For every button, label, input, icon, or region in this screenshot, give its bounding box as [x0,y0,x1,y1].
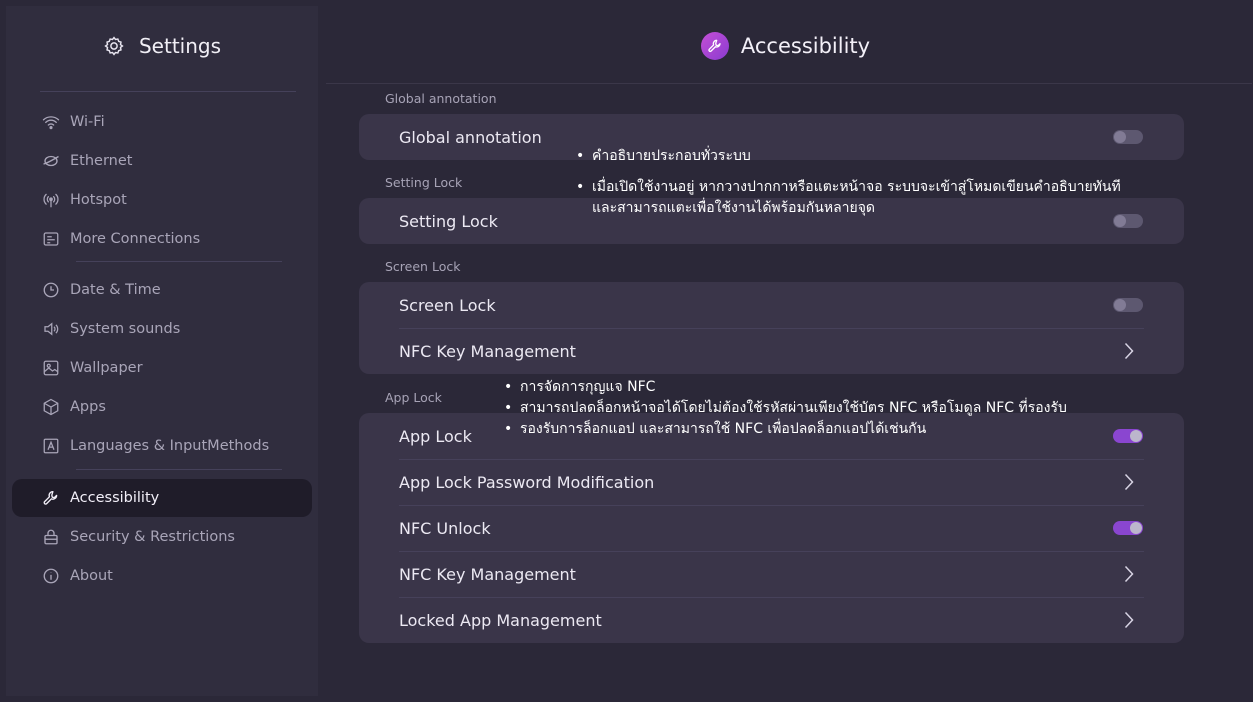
row-nfc-key-management-app[interactable]: NFC Key Management [359,551,1184,597]
sidebar-item-wallpaper[interactable]: Wallpaper [12,349,312,387]
lock-icon [42,528,60,546]
sidebar-item-security[interactable]: Security & Restrictions [12,518,312,556]
sidebar-item-label: More Connections [70,231,201,247]
sidebar-item-label: Accessibility [70,490,160,506]
ethernet-icon [42,152,60,170]
sidebar-item-ethernet[interactable]: Ethernet [12,142,312,180]
accessibility-header-icon [700,32,729,60]
sidebar-item-apps[interactable]: Apps [12,388,312,426]
note-line: • เมื่อเปิดใช้งานอยู่ หากวางปากกาหรือแตะห… [576,179,1121,195]
row-label: NFC Key Management [399,564,576,584]
settings-window: Settings Wi-Fi Ethernet Hotspot More Con… [6,6,1253,696]
chevron-right-icon [1122,611,1136,629]
note-line: • รองรับการล็อกแอป และสามารถใช้ NFC เพื่อ… [504,421,927,437]
page-title: Accessibility [740,34,871,58]
row-label: NFC Key Management [399,341,576,361]
toggle-knob [1114,131,1126,143]
annotation-note-global: • คำอธิบายประกอบทั่วระบบ • เมื่อเปิดใช้งาน… [576,146,1121,219]
row-label: Global annotation [399,127,542,147]
more-connections-icon [42,230,60,248]
screen-lock-toggle[interactable] [1113,298,1143,312]
page-header: Accessibility [318,28,1253,64]
apps-icon [42,398,60,416]
section-label-app-lock: App Lock [385,390,442,405]
chevron-right-icon [1122,565,1136,583]
header-divider [326,83,1252,84]
sidebar-item-wifi[interactable]: Wi-Fi [12,103,312,141]
card-app-lock: App Lock App Lock Password Modification … [359,413,1184,643]
section-label-setting-lock: Setting Lock [385,175,463,190]
sidebar-item-label: System sounds [70,321,181,337]
annotation-note-nfc: • การจัดการกุญแจ NFC • สามารถปลดล็อกหน้าจอ… [504,377,1067,440]
sidebar-divider [76,469,282,470]
toggle-knob [1114,299,1126,311]
gear-icon [104,36,124,56]
sidebar-item-about[interactable]: About [12,557,312,595]
wifi-icon [42,113,60,131]
sidebar-item-label: Ethernet [70,153,133,169]
section-label-global-annotation: Global annotation [385,91,497,106]
sidebar-item-label: Hotspot [70,192,127,208]
section-label-screen-lock: Screen Lock [385,259,461,274]
main-panel: Accessibility Global annotation Global a… [318,6,1253,696]
clock-icon [42,281,60,299]
sidebar-item-label: Wallpaper [70,360,143,376]
sidebar-item-more-connections[interactable]: More Connections [12,220,312,258]
global-annotation-toggle[interactable] [1113,130,1143,144]
sidebar-header: Settings [6,28,318,64]
chevron-right-icon [1122,342,1136,360]
sidebar-divider [76,261,282,262]
nfc-unlock-toggle[interactable] [1113,521,1143,535]
wrench-icon [708,39,721,53]
sidebar-item-languages[interactable]: Languages & InputMethods [12,427,312,465]
info-icon [42,567,60,585]
app-lock-toggle[interactable] [1113,429,1143,443]
row-label: Locked App Management [399,610,602,630]
sidebar-item-label: Security & Restrictions [70,529,235,545]
toggle-knob [1130,522,1142,534]
row-screen-lock[interactable]: Screen Lock [359,282,1184,328]
speaker-icon [42,320,60,338]
note-line: • คำอธิบายประกอบทั่วระบบ [576,148,751,164]
wallpaper-icon [42,359,60,377]
sidebar-item-accessibility[interactable]: Accessibility [12,479,312,517]
note-line: • การจัดการกุญแจ NFC [504,379,656,395]
wrench-icon [42,489,60,507]
card-screen-lock: Screen Lock NFC Key Management [359,282,1184,374]
chevron-right-icon [1122,473,1136,491]
row-label: App Lock Password Modification [399,472,655,492]
sidebar-divider [40,91,296,92]
row-locked-app-management[interactable]: Locked App Management [359,597,1184,643]
hotspot-icon [42,191,60,209]
sidebar: Settings Wi-Fi Ethernet Hotspot More Con… [6,6,318,696]
row-label: NFC Unlock [399,518,491,538]
sidebar-item-label: Apps [70,399,106,415]
note-line: และสามารถแตะเพื่อใช้งานได้พร้อมกันหลายจุ… [592,200,876,216]
sidebar-item-label: About [70,568,113,584]
sidebar-item-system-sounds[interactable]: System sounds [12,310,312,348]
sidebar-item-label: Date & Time [70,282,161,298]
toggle-knob [1130,430,1142,442]
sidebar-item-hotspot[interactable]: Hotspot [12,181,312,219]
note-line: • สามารถปลดล็อกหน้าจอได้โดยไม่ต้องใช้รหัส… [504,400,1067,416]
sidebar-item-date-time[interactable]: Date & Time [12,271,312,309]
row-label: Screen Lock [399,295,496,315]
sidebar-item-label: Wi-Fi [70,114,105,130]
row-nfc-key-management-screen[interactable]: NFC Key Management [359,328,1184,374]
row-nfc-unlock[interactable]: NFC Unlock [359,505,1184,551]
language-icon [42,437,60,455]
sidebar-item-label: Languages & InputMethods [70,438,270,454]
row-app-lock-password[interactable]: App Lock Password Modification [359,459,1184,505]
sidebar-title: Settings [138,34,222,58]
